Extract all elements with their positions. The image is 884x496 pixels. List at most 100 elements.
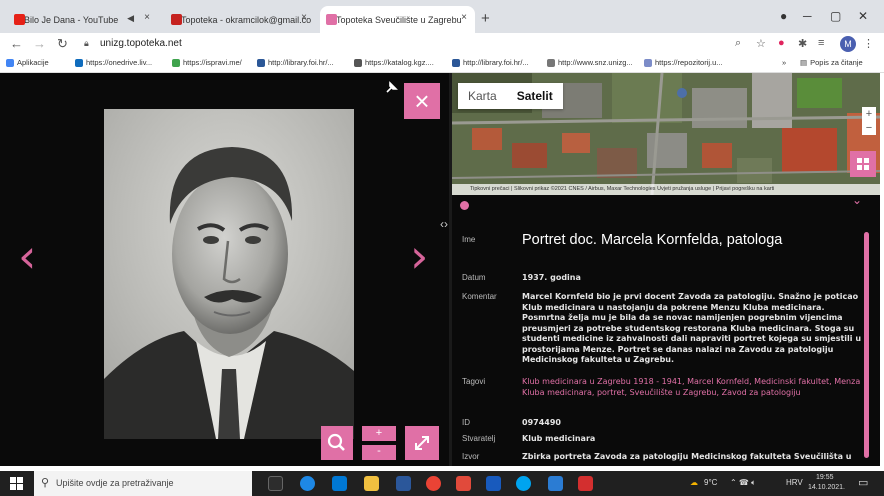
tab-gmail[interactable]: Topoteka - okramcilok@gmail.co × — [165, 6, 315, 33]
url-field[interactable]: unizg.topoteka.net — [90, 35, 690, 53]
close-viewer-button[interactable]: × — [404, 83, 440, 119]
close-tab-icon[interactable]: × — [461, 12, 467, 23]
details-panel: ⌄ ‹› Ime Portret doc. Marcela Kornfelda,… — [440, 193, 880, 466]
windows-start-icon[interactable] — [10, 477, 23, 495]
reading-list-icon[interactable]: ≡ — [818, 37, 824, 49]
zoom-out-button[interactable]: - — [362, 445, 396, 460]
library-icon — [452, 58, 460, 67]
close-window-icon[interactable]: ✕ — [858, 9, 868, 23]
file-explorer-icon[interactable] — [364, 476, 379, 491]
field-name: Ime Portret doc. Marcela Kornfelda, pato… — [462, 232, 862, 248]
search-icon: ⚲ — [41, 477, 50, 489]
field-label: Ime — [462, 235, 476, 244]
clock-date[interactable]: 14.10.2021. — [808, 484, 845, 491]
acrobat-icon[interactable] — [578, 476, 593, 491]
map-zoom-in-button[interactable]: + — [862, 107, 876, 121]
field-value: Marcel Kornfeld bio je prvi docent Zavod… — [522, 292, 862, 364]
tab-youtube[interactable]: Bilo Je Dana - YouTube ◀ × — [8, 6, 158, 33]
bookmark-item[interactable]: https://repozitorij.u... — [644, 58, 723, 67]
avatar[interactable]: M — [840, 36, 856, 52]
close-tab-icon[interactable]: × — [144, 12, 150, 23]
tray-icons[interactable]: ⌃ ☎ 🔈︎ — [730, 478, 756, 488]
star-icon[interactable]: ☆ — [756, 37, 766, 50]
onedrive-icon — [75, 58, 83, 67]
map-attribution[interactable]: Tipkovni prečaci | Slikovni prikaz ©2021… — [452, 184, 880, 195]
bookmark-item[interactable]: http://library.foi.hr/... — [452, 58, 529, 67]
weather-temp[interactable]: 9°C — [704, 478, 717, 487]
notifications-icon[interactable]: ▭ — [858, 476, 868, 489]
bookmark-item[interactable]: http://www.snz.unizg... — [547, 58, 633, 67]
edge-icon[interactable] — [300, 476, 315, 491]
topoteka-icon — [326, 14, 337, 25]
reading-list-button[interactable]: ▤ Popis za čitanje — [800, 58, 863, 67]
location-marker-icon[interactable] — [460, 201, 469, 210]
speaker-icon[interactable]: ◀ — [127, 13, 134, 24]
tag-links[interactable]: Klub medicinara u Zagrebu 1918 - 1941, M… — [522, 377, 862, 398]
bookmark-label: https://katalog.kgz.... — [365, 58, 434, 67]
lock-icon[interactable]: 🔒︎ — [84, 38, 89, 49]
maximize-icon[interactable]: ▢ — [830, 9, 841, 23]
bookmark-item[interactable]: https://ispravi.me/ — [172, 58, 242, 67]
bookmarks-more-button[interactable]: » — [782, 58, 786, 67]
zoom-in-button[interactable]: + — [362, 426, 396, 441]
bookmarks-bar: Aplikacije https://onedrive.liv... https… — [0, 55, 884, 73]
field-label: Datum — [462, 273, 486, 282]
menu-icon[interactable]: ⋮ — [863, 37, 874, 50]
minimize-icon[interactable]: ─ — [803, 9, 812, 23]
previous-arrow-icon[interactable]: ‹ — [18, 233, 36, 279]
fullscreen-button[interactable] — [405, 426, 439, 460]
extension-icon[interactable]: ● — [778, 37, 785, 49]
bookmark-apps[interactable]: Aplikacije — [6, 58, 49, 67]
app-icon[interactable] — [548, 476, 563, 491]
record-icon[interactable]: ● — [780, 9, 787, 23]
bookmark-item[interactable]: http://library.foi.hr/... — [257, 58, 334, 67]
details-scrollbar[interactable] — [864, 232, 869, 458]
record-title: Portret doc. Marcela Kornfelda, patologa — [522, 232, 783, 248]
map-layers-button[interactable] — [850, 151, 876, 177]
back-icon[interactable]: ← — [10, 36, 23, 51]
close-tab-icon[interactable]: × — [301, 12, 307, 23]
field-value: Klub medicinara — [522, 434, 596, 443]
task-view-icon[interactable] — [268, 476, 283, 491]
magnify-button[interactable] — [321, 426, 353, 460]
reading-list-icon: ▤ — [800, 58, 808, 67]
map-zoom-control: + − — [862, 107, 876, 135]
bookmark-label: https://onedrive.liv... — [86, 58, 153, 67]
reload-icon[interactable]: ↻ — [57, 36, 68, 52]
map-zoom-out-button[interactable]: − — [862, 121, 876, 135]
expand-icon — [415, 436, 429, 450]
puzzle-icon[interactable]: ✱ — [798, 37, 807, 50]
satellite-tab[interactable]: Satelit — [507, 83, 563, 109]
mail-icon[interactable] — [332, 476, 347, 491]
bookmark-label: http://www.snz.unizg... — [558, 58, 633, 67]
map-tab[interactable]: Karta — [458, 83, 507, 109]
field-value: 1937. godina — [522, 273, 581, 282]
powerpoint-icon[interactable] — [456, 476, 471, 491]
field-label: Tagovi — [462, 377, 486, 386]
portrait-image[interactable] — [104, 109, 354, 439]
tab-title: Bilo Je Dana - YouTube — [24, 14, 119, 25]
search-icon[interactable]: ⌕ — [735, 37, 741, 50]
word-icon[interactable] — [486, 476, 501, 491]
bookmark-label: https://ispravi.me/ — [183, 58, 242, 67]
clock-time[interactable]: 19:55 — [816, 474, 834, 481]
bookmark-item[interactable]: https://katalog.kgz.... — [354, 58, 434, 67]
bookmark-item[interactable]: https://onedrive.liv... — [75, 58, 152, 67]
skype-icon[interactable] — [516, 476, 531, 491]
chevron-down-icon[interactable]: ⌄ — [852, 193, 862, 207]
weather-icon[interactable]: ☁ — [690, 478, 698, 487]
library-icon — [257, 58, 265, 67]
image-viewer: ‹ › × + - — [0, 73, 449, 466]
forward-icon[interactable]: → — [33, 36, 46, 51]
taskbar-search[interactable]: ⚲ Upišite ovdje za pretraživanje — [34, 471, 252, 496]
next-arrow-icon[interactable]: › — [410, 233, 428, 279]
language-indicator[interactable]: HRV — [786, 478, 803, 487]
map-type-toggle: Karta Satelit — [458, 83, 563, 109]
store-icon[interactable] — [396, 476, 411, 491]
chrome-icon[interactable] — [426, 476, 441, 491]
new-tab-button[interactable]: + — [481, 10, 490, 27]
tab-topoteka[interactable]: Topoteka Sveučilište u Zagrebu × — [320, 6, 475, 33]
map-view[interactable]: Karta Satelit + − Tipkovni prečaci | Sli… — [452, 73, 880, 195]
panel-toggle-icon[interactable]: ‹› — [440, 217, 448, 231]
pin-icon[interactable] — [384, 81, 398, 95]
